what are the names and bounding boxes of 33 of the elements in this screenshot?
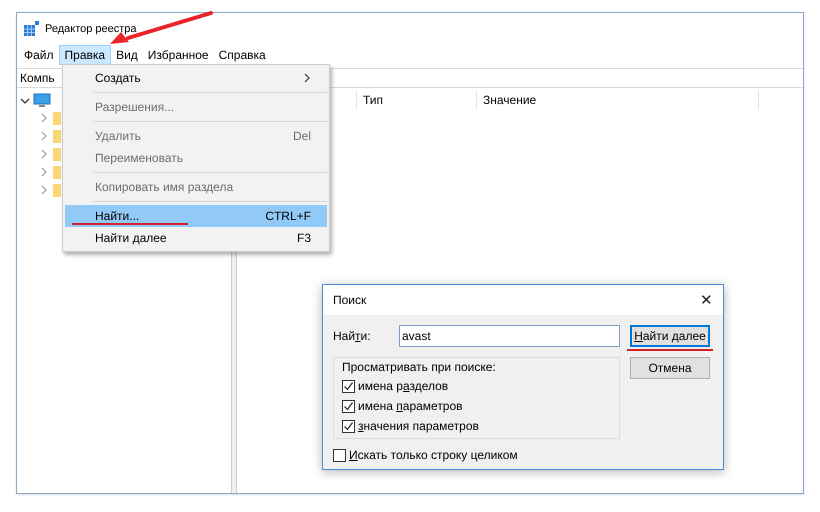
group-title: Просматривать при поиске: — [342, 359, 497, 376]
option-label: имена разделов — [358, 378, 448, 395]
checkbox[interactable] — [342, 420, 355, 432]
column-header[interactable]: Тип — [357, 90, 477, 110]
menu-item[interactable]: Найти... CTRL+F — [65, 205, 327, 227]
dialog-title: Поиск — [333, 292, 366, 309]
find-field[interactable]: avast — [399, 325, 620, 347]
option-label: значения параметров — [358, 418, 479, 435]
folder-icon — [53, 184, 61, 196]
cancel-button[interactable]: Отмена — [630, 357, 710, 379]
close-button[interactable]: ✕ — [698, 292, 715, 308]
folder-icon — [53, 130, 61, 142]
folder-icon — [53, 166, 61, 178]
window-title: Редактор реестра — [45, 22, 137, 37]
folder-icon — [53, 112, 61, 124]
find-label: Найти: — [333, 328, 372, 345]
folder-icon — [53, 148, 61, 160]
menu-bar-item[interactable]: Справка — [214, 45, 271, 65]
menu-bar-item[interactable]: Избранное — [142, 45, 214, 65]
option-label: Искать только строку целиком — [349, 447, 518, 464]
checkbox[interactable] — [333, 448, 346, 462]
registry-icon — [23, 21, 39, 37]
menu-item[interactable]: Создать — [65, 67, 327, 89]
menu-item[interactable]: Найти далее F3 — [65, 227, 327, 249]
menu-bar-item[interactable]: Правка — [58, 45, 112, 65]
menu-bar-item[interactable]: Вид — [111, 45, 143, 65]
computer-icon — [33, 92, 51, 108]
find-next-button[interactable]: Найти далее — [630, 325, 710, 347]
column-header[interactable]: Значение — [477, 90, 759, 110]
option-label: имена параметров — [358, 398, 463, 415]
menu-bar-item[interactable]: Файл — [19, 45, 59, 65]
checkbox[interactable] — [342, 400, 355, 412]
checkbox[interactable] — [342, 380, 355, 392]
